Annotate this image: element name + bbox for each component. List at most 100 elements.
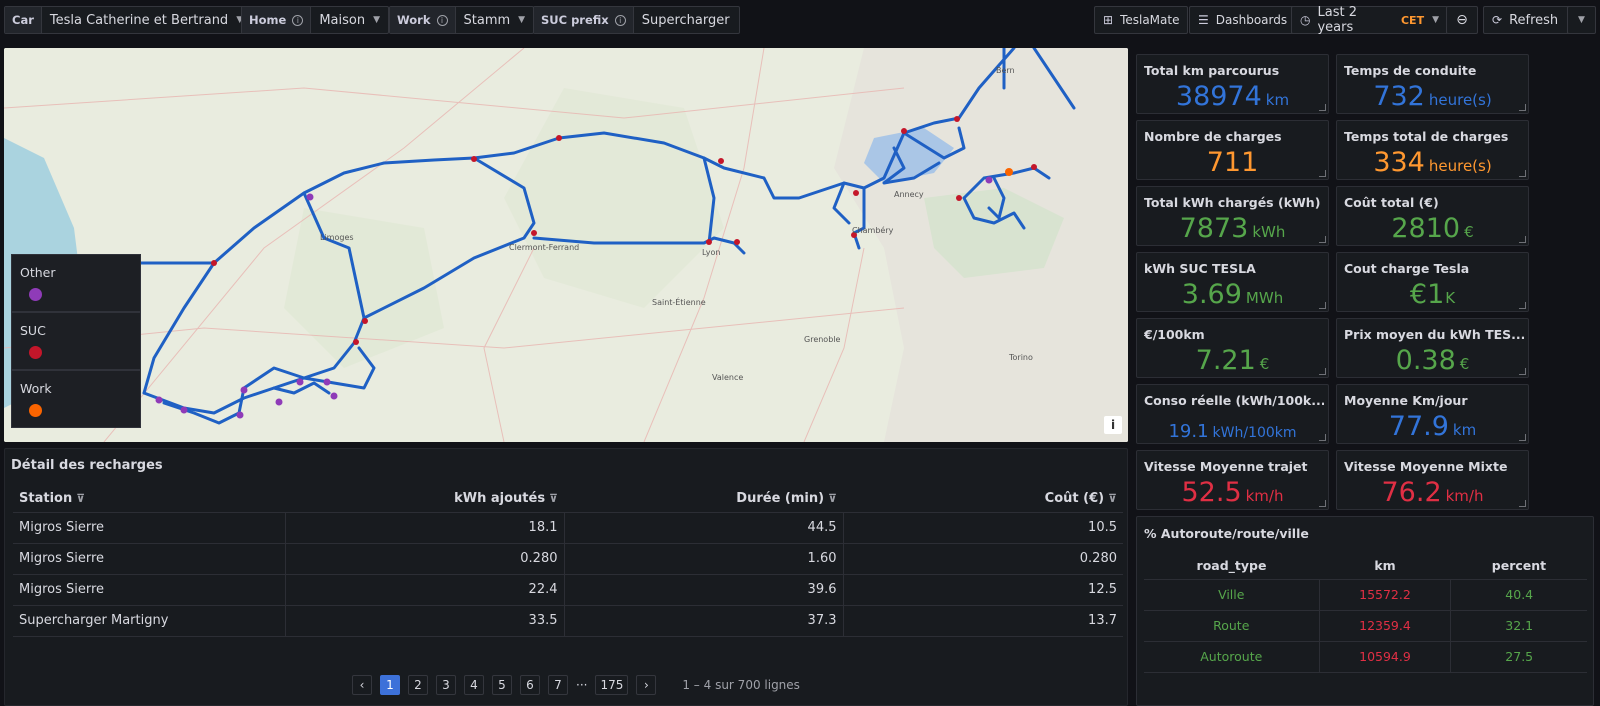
column-header-cost[interactable]: Coût (€) ⊽ <box>843 486 1123 513</box>
other-marker[interactable] <box>236 411 244 419</box>
stat-value: 7.21 € <box>1195 345 1270 376</box>
suc-marker[interactable] <box>901 128 907 134</box>
variable-home-select[interactable]: Maison ▼ <box>311 7 388 33</box>
suc-marker[interactable] <box>531 230 537 236</box>
resize-handle[interactable] <box>1519 170 1526 177</box>
column-header-percent[interactable]: percent <box>1450 553 1587 580</box>
stat-total-cost[interactable]: Coût total (€) 2810 € <box>1336 186 1529 246</box>
info-icon[interactable]: i <box>292 14 304 26</box>
map-attribution-info-button[interactable]: i <box>1104 416 1122 434</box>
stat-avg-mixed-speed[interactable]: Vitesse Moyenne Mixte 76.2 km/h <box>1336 450 1529 510</box>
suc-marker[interactable] <box>1031 164 1037 170</box>
resize-handle[interactable] <box>1319 368 1326 375</box>
other-marker[interactable] <box>306 193 314 201</box>
column-header-kwh[interactable]: kWh ajoutés ⊽ <box>285 486 564 513</box>
resize-handle[interactable] <box>1519 368 1526 375</box>
stat-avg-trip-speed[interactable]: Vitesse Moyenne trajet 52.5 km/h <box>1136 450 1329 510</box>
time-range-picker[interactable]: ◷ Last 2 years CET ▼ <box>1291 5 1448 35</box>
stat-title: Vitesse Moyenne trajet <box>1144 459 1308 474</box>
suc-marker[interactable] <box>706 239 712 245</box>
resize-handle[interactable] <box>1519 236 1526 243</box>
map-place-label: Annecy <box>894 190 924 199</box>
page-button-1[interactable]: 1 <box>380 675 400 695</box>
refresh-interval-dropdown[interactable]: ▼ <box>1567 6 1596 34</box>
page-button-3[interactable]: 3 <box>436 675 456 695</box>
filter-icon[interactable]: ⊽ <box>828 492 837 505</box>
stat-value: 2810 € <box>1391 213 1474 244</box>
other-marker[interactable] <box>180 406 188 414</box>
stat-consumption[interactable]: Conso réelle (kWh/100k... 19.1 kWh/100km <box>1136 384 1329 444</box>
page-button-2[interactable]: 2 <box>408 675 428 695</box>
suc-marker[interactable] <box>211 260 217 266</box>
column-header-station[interactable]: Station ⊽ <box>13 486 285 513</box>
stat-charge-count[interactable]: Nombre de charges 711 <box>1136 120 1329 180</box>
column-header-duration[interactable]: Durée (min) ⊽ <box>564 486 843 513</box>
other-marker[interactable] <box>323 378 331 386</box>
filter-icon[interactable]: ⊽ <box>76 492 85 505</box>
cell-duration: 37.3 <box>563 605 843 637</box>
resize-handle[interactable] <box>1319 500 1326 507</box>
variable-car[interactable]: Car Tesla Catherine et Bertrand ▼ <box>4 6 253 34</box>
filter-icon[interactable]: ⊽ <box>1108 492 1117 505</box>
other-marker[interactable] <box>296 378 304 386</box>
resize-handle[interactable] <box>1319 104 1326 111</box>
resize-handle[interactable] <box>1319 236 1326 243</box>
teslamate-link-button[interactable]: ⊞ TeslaMate <box>1094 6 1189 34</box>
info-icon[interactable]: i <box>436 14 448 26</box>
resize-handle[interactable] <box>1319 302 1326 309</box>
dashboards-button[interactable]: ☰ Dashboards <box>1189 6 1297 34</box>
suc-marker[interactable] <box>362 318 368 324</box>
resize-handle[interactable] <box>1519 500 1526 507</box>
zoom-out-button[interactable]: ⊖ <box>1446 6 1478 34</box>
variable-home[interactable]: Home i Maison ▼ <box>241 6 389 34</box>
variable-work-select[interactable]: Stamm ▼ <box>456 7 534 33</box>
page-button-last[interactable]: 175 <box>595 675 629 695</box>
resize-handle[interactable] <box>1319 170 1326 177</box>
work-marker[interactable] <box>1005 168 1013 176</box>
variable-suc-prefix[interactable]: SUC prefix i Supercharger <box>533 6 740 34</box>
info-icon[interactable]: i <box>614 14 626 26</box>
variable-car-select[interactable]: Tesla Catherine et Bertrand ▼ <box>42 7 251 33</box>
refresh-button[interactable]: ⟳ Refresh <box>1483 6 1571 34</box>
stat-driving-time[interactable]: Temps de conduite 732 heure(s) <box>1336 54 1529 114</box>
cell-cost: 10.5 <box>842 512 1123 544</box>
page-button-5[interactable]: 5 <box>492 675 512 695</box>
suc-marker[interactable] <box>853 190 859 196</box>
stat-suc-kwh[interactable]: kWh SUC TESLA 3.69 MWh <box>1136 252 1329 312</box>
stat-avg-kwh-price[interactable]: Prix moyen du kWh TES... 0.38 € <box>1336 318 1529 378</box>
resize-handle[interactable] <box>1519 434 1526 441</box>
stat-total-km[interactable]: Total km parcourus 38974 km <box>1136 54 1329 114</box>
filter-icon[interactable]: ⊽ <box>549 492 558 505</box>
other-marker[interactable] <box>155 396 163 404</box>
page-button-4[interactable]: 4 <box>464 675 484 695</box>
resize-handle[interactable] <box>1519 104 1526 111</box>
variable-work[interactable]: Work i Stamm ▼ <box>389 6 535 34</box>
suc-marker[interactable] <box>353 339 359 345</box>
trips-map[interactable]: Lyon Limoges Clermont-Ferrand Saint-Étie… <box>4 48 1128 442</box>
variable-suc-prefix-input[interactable]: Supercharger <box>634 7 739 33</box>
stat-cost-per-100km[interactable]: €/100km 7.21 € <box>1136 318 1329 378</box>
stat-total-kwh[interactable]: Total kWh chargés (kWh) 7873 kWh <box>1136 186 1329 246</box>
stat-charge-time[interactable]: Temps total de charges 334 heure(s) <box>1336 120 1529 180</box>
page-button-6[interactable]: 6 <box>520 675 540 695</box>
resize-handle[interactable] <box>1319 434 1326 441</box>
column-header-road-type[interactable]: road_type <box>1144 553 1320 580</box>
suc-marker[interactable] <box>556 135 562 141</box>
other-marker[interactable] <box>240 386 248 394</box>
page-button-7[interactable]: 7 <box>548 675 568 695</box>
other-marker[interactable] <box>330 392 338 400</box>
next-page-button[interactable]: › <box>636 675 657 695</box>
stat-value: 7873 kWh <box>1179 213 1286 244</box>
suc-marker[interactable] <box>734 239 740 245</box>
other-marker[interactable] <box>275 398 283 406</box>
suc-marker[interactable] <box>718 158 724 164</box>
prev-page-button[interactable]: ‹ <box>352 675 372 695</box>
suc-marker[interactable] <box>471 156 477 162</box>
stat-avg-km-per-day[interactable]: Moyenne Km/jour 77.9 km <box>1336 384 1529 444</box>
other-marker[interactable] <box>985 176 993 184</box>
suc-marker[interactable] <box>954 116 960 122</box>
resize-handle[interactable] <box>1519 302 1526 309</box>
stat-tesla-charge-cost[interactable]: Cout charge Tesla €1K <box>1336 252 1529 312</box>
column-header-km[interactable]: km <box>1319 553 1451 580</box>
suc-marker[interactable] <box>956 195 962 201</box>
